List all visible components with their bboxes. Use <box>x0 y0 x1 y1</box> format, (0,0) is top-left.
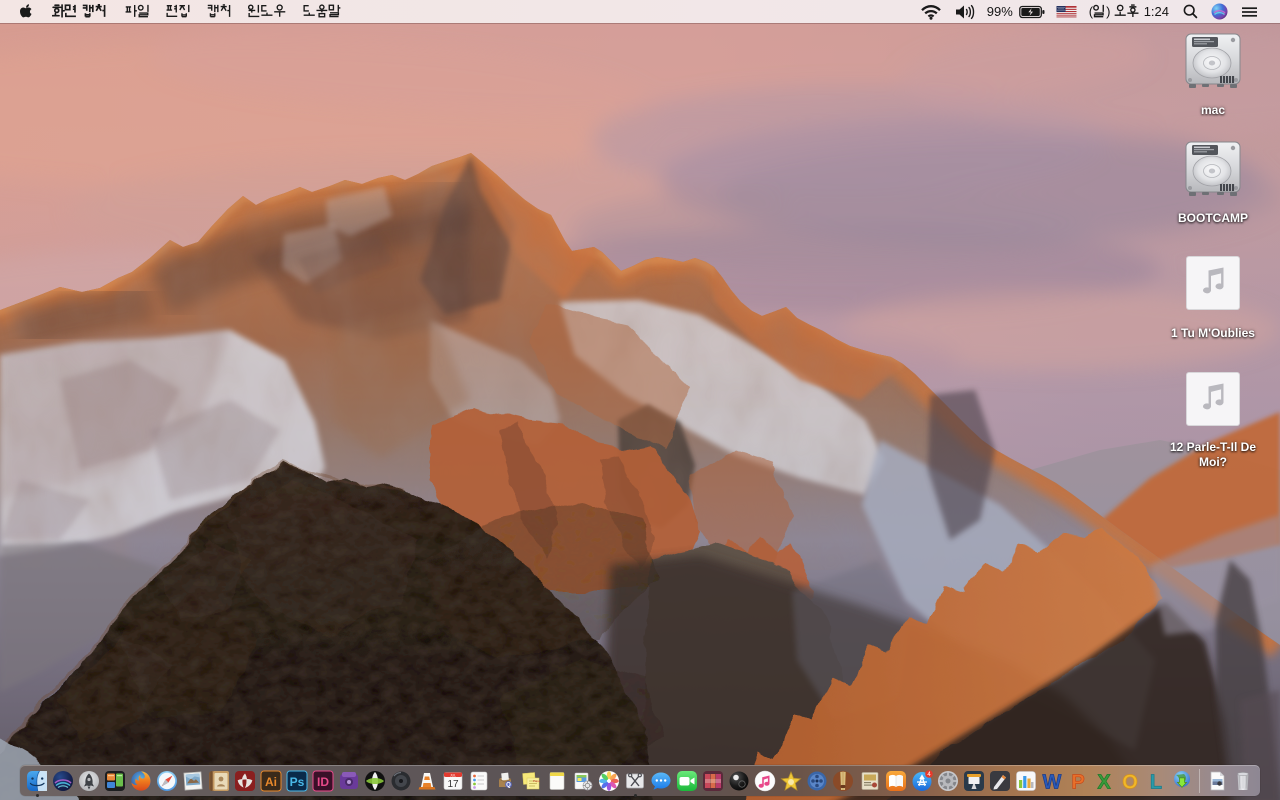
svg-text:L: L <box>1150 771 1162 792</box>
svg-text:Papa: Papa <box>533 779 540 783</box>
svg-text:P: P <box>1071 771 1084 792</box>
svg-text:W: W <box>1042 771 1061 792</box>
svg-text:Ai: Ai <box>265 775 277 789</box>
svg-text:Ps: Ps <box>290 775 305 789</box>
svg-text:JUL: JUL <box>450 773 456 777</box>
svg-text:17: 17 <box>448 779 460 790</box>
svg-text:O: O <box>1122 771 1138 792</box>
svg-text:X: X <box>1097 771 1111 792</box>
svg-text:ID: ID <box>317 775 329 789</box>
svg-text:Q: Q <box>506 782 511 788</box>
